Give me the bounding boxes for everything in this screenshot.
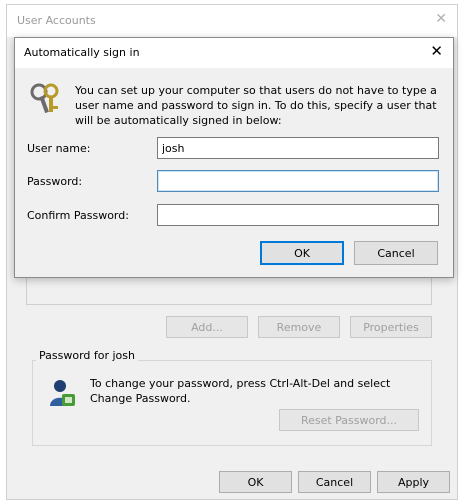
keys-icon [29,82,63,119]
cancel-button[interactable]: Cancel [298,471,371,493]
confirm-password-label: Confirm Password: [27,209,129,222]
password-field[interactable] [157,170,439,192]
reset-password-button[interactable]: Reset Password... [279,409,419,431]
user-accounts-titlebar: User Accounts ✕ [7,5,457,37]
user-icon [48,378,76,411]
close-icon[interactable]: ✕ [435,11,447,27]
properties-button[interactable]: Properties [350,316,432,338]
apply-button[interactable]: Apply [377,471,450,493]
ok-button[interactable]: OK [219,471,292,493]
username-label: User name: [27,142,91,155]
dialog-cancel-button[interactable]: Cancel [354,241,438,265]
change-password-text: To change your password, press Ctrl-Alt-… [90,377,391,405]
password-label: Password: [27,175,83,188]
user-accounts-title: User Accounts [17,14,96,27]
dialog-ok-button[interactable]: OK [260,241,344,265]
close-icon[interactable]: ✕ [430,42,443,60]
auto-signin-dialog: Automatically sign in ✕ You can set up y… [14,37,454,278]
username-field[interactable] [157,137,439,159]
dialog-description: You can set up your computer so that use… [75,84,437,127]
dialog-titlebar: Automatically sign in ✕ [15,38,453,68]
add-button[interactable]: Add... [166,316,248,338]
remove-button[interactable]: Remove [258,316,340,338]
password-group-label: Password for josh [36,349,138,362]
confirm-password-field[interactable] [157,204,439,226]
dialog-title: Automatically sign in [24,46,140,59]
